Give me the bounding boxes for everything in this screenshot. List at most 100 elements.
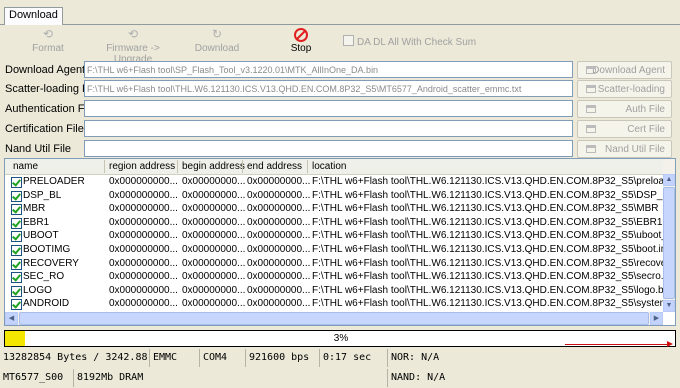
download-agent-button-label: Download Agent [592, 65, 665, 76]
certification-field[interactable] [84, 120, 573, 137]
certification-label: Certification File [5, 123, 84, 135]
horizontal-scroll-thumb[interactable] [19, 312, 649, 325]
scroll-right-arrow-icon[interactable]: ▶ [650, 312, 663, 325]
cell-end: 0x00000000... [247, 298, 311, 310]
table-row[interactable]: PRELOADER 0x000000000... 0x00000000... 0x00… [5, 176, 663, 190]
download-agent-field[interactable]: F:\THL w6+Flash tool\SP_Flash_Tool_v3.12… [84, 61, 573, 78]
table-row[interactable]: UBOOT 0x000000000... 0x00000000... 0x000000… [5, 230, 663, 244]
row-checkbox[interactable] [11, 299, 22, 311]
status-baud: 921600 bps [246, 349, 320, 367]
row-checkbox[interactable] [11, 231, 22, 243]
cell-name: UBOOT [23, 230, 59, 242]
cell-location: F:\THL w6+Flash tool\THL.W6.121130.ICS.V… [312, 230, 663, 242]
folder-icon [586, 145, 596, 153]
scatter-loading-button[interactable]: Scatter-loading [577, 80, 672, 98]
cell-location: F:\THL w6+Flash tool\THL.W6.121130.ICS.V… [312, 271, 663, 283]
scatter-loading-field[interactable]: F:\THL w6+Flash tool\THL.W6.121130.ICS.V… [84, 80, 573, 97]
authentication-field[interactable] [84, 100, 573, 117]
row-checkbox[interactable] [11, 272, 22, 284]
nand-util-row: Nand Util File Nand Util File [0, 140, 680, 159]
progress-red-line [565, 344, 669, 345]
nand-util-button[interactable]: Nand Util File [577, 140, 672, 158]
folder-icon [586, 85, 596, 93]
row-checkbox[interactable] [11, 177, 22, 188]
table-row[interactable]: ANDROID 0x000000000... 0x00000000... 0x0000… [5, 298, 663, 312]
table-row[interactable]: SEC_RO 0x000000000... 0x00000000... 0x00000… [5, 271, 663, 285]
cell-end: 0x00000000... [247, 203, 311, 215]
table-row[interactable]: RECOVERY 0x000000000... 0x00000000... 0x000… [5, 258, 663, 272]
vertical-scrollbar[interactable]: ▲ ▼ [663, 159, 675, 312]
stop-button[interactable]: Stop [283, 26, 319, 58]
table-row[interactable]: LOGO 0x000000000... 0x00000000... 0x0000000… [5, 285, 663, 299]
scroll-up-arrow-icon[interactable]: ▲ [663, 174, 675, 186]
nand-util-button-label: Nand Util File [604, 144, 665, 155]
cert-file-button[interactable]: Cert File [577, 120, 672, 138]
status-storage: EMMC [150, 349, 200, 367]
cell-end: 0x00000000... [247, 244, 311, 255]
firmware-upgrade-button[interactable]: ⟲ Firmware -> Upgrade [88, 26, 178, 65]
scroll-down-arrow-icon[interactable]: ▼ [663, 300, 675, 312]
cell-region: 0x000000000... [109, 189, 178, 201]
table-row[interactable]: MBR 0x000000000... 0x00000000... 0x00000000… [5, 203, 663, 217]
row-checkbox[interactable] [11, 258, 22, 270]
vertical-scroll-thumb[interactable] [663, 187, 675, 299]
cell-begin: 0x00000000... [182, 230, 246, 242]
cell-end: 0x00000000... [247, 230, 311, 242]
certification-row: Certification File Cert File [0, 120, 680, 139]
cell-end: 0x00000000... [247, 189, 311, 201]
col-name[interactable]: name [13, 161, 38, 172]
download-button[interactable]: ↻ Download [193, 26, 241, 58]
scroll-left-arrow-icon[interactable]: ◀ [5, 312, 18, 325]
col-begin-address[interactable]: begin address [182, 161, 245, 172]
table-row[interactable]: DSP_BL 0x000000000... 0x00000000... 0x00000… [5, 190, 663, 204]
cell-name: ANDROID [23, 298, 70, 310]
da-dl-checksum-checkbox[interactable]: DA DL All With Check Sum [343, 35, 476, 48]
partition-list: name region address begin address end ad… [4, 158, 676, 326]
authentication-row: Authentication File Auth File [0, 100, 680, 119]
cell-begin: 0x00000000... [182, 257, 246, 269]
folder-icon [586, 66, 596, 74]
status-nand: NAND: N/A [391, 372, 446, 383]
row-checkbox[interactable] [11, 190, 22, 202]
row-checkbox[interactable] [11, 204, 22, 216]
row-checkbox[interactable] [11, 245, 22, 256]
cell-begin: 0x00000000... [182, 189, 246, 201]
scatter-loading-row: Scatter-loading File F:\THL w6+Flash too… [0, 80, 680, 99]
cell-location: F:\THL w6+Flash tool\THL.W6.121130.ICS.V… [312, 257, 663, 269]
horizontal-scrollbar[interactable]: ◀ ▶ [5, 312, 663, 325]
cell-region: 0x000000000... [109, 244, 178, 255]
download-agent-label: Download Agent [5, 64, 86, 76]
table-row[interactable]: EBR1 0x000000000... 0x00000000... 0x0000000… [5, 217, 663, 231]
cell-name: MBR [23, 203, 46, 215]
table-row[interactable]: BOOTIMG 0x000000000... 0x00000000... 0x0000… [5, 244, 663, 258]
row-checkbox[interactable] [11, 285, 22, 297]
nand-util-field[interactable] [84, 140, 573, 157]
col-end-address[interactable]: end address [247, 161, 302, 172]
auth-file-button[interactable]: Auth File [577, 100, 672, 118]
cell-name: DSP_BL [23, 189, 62, 201]
cell-location: F:\THL w6+Flash tool\THL.W6.121130.ICS.V… [312, 176, 663, 187]
firmware-upgrade-icon: ⟲ [127, 27, 139, 41]
folder-icon [586, 125, 596, 133]
cell-begin: 0x00000000... [182, 244, 246, 255]
cell-location: F:\THL w6+Flash tool\THL.W6.121130.ICS.V… [312, 244, 663, 255]
tab-download[interactable]: Download [4, 7, 63, 25]
cell-location: F:\THL w6+Flash tool\THL.W6.121130.ICS.V… [312, 298, 663, 310]
toolbar: ⟲ Format ⟲ Firmware -> Upgrade ↻ Downloa… [0, 26, 680, 65]
status-chip: MT6577_S00 [0, 369, 74, 387]
progress-bar: 3% [4, 330, 676, 347]
cell-begin: 0x00000000... [182, 271, 246, 283]
download-agent-button[interactable]: Download Agent [577, 61, 672, 79]
cert-file-button-label: Cert File [627, 124, 665, 135]
row-checkbox[interactable] [11, 217, 22, 229]
col-location[interactable]: location [312, 161, 346, 172]
status-bar-top: 13282854 Bytes / 3242.88 1 EMMC COM4 921… [0, 349, 680, 367]
cell-begin: 0x00000000... [182, 203, 246, 215]
authentication-label: Authentication File [5, 103, 96, 115]
cell-region: 0x000000000... [109, 203, 178, 215]
download-icon: ↻ [211, 27, 223, 41]
format-button[interactable]: ⟲ Format [26, 26, 70, 58]
progress-percent: 3% [333, 333, 349, 344]
cell-end: 0x00000000... [247, 271, 311, 283]
col-region-address[interactable]: region address [109, 161, 175, 172]
